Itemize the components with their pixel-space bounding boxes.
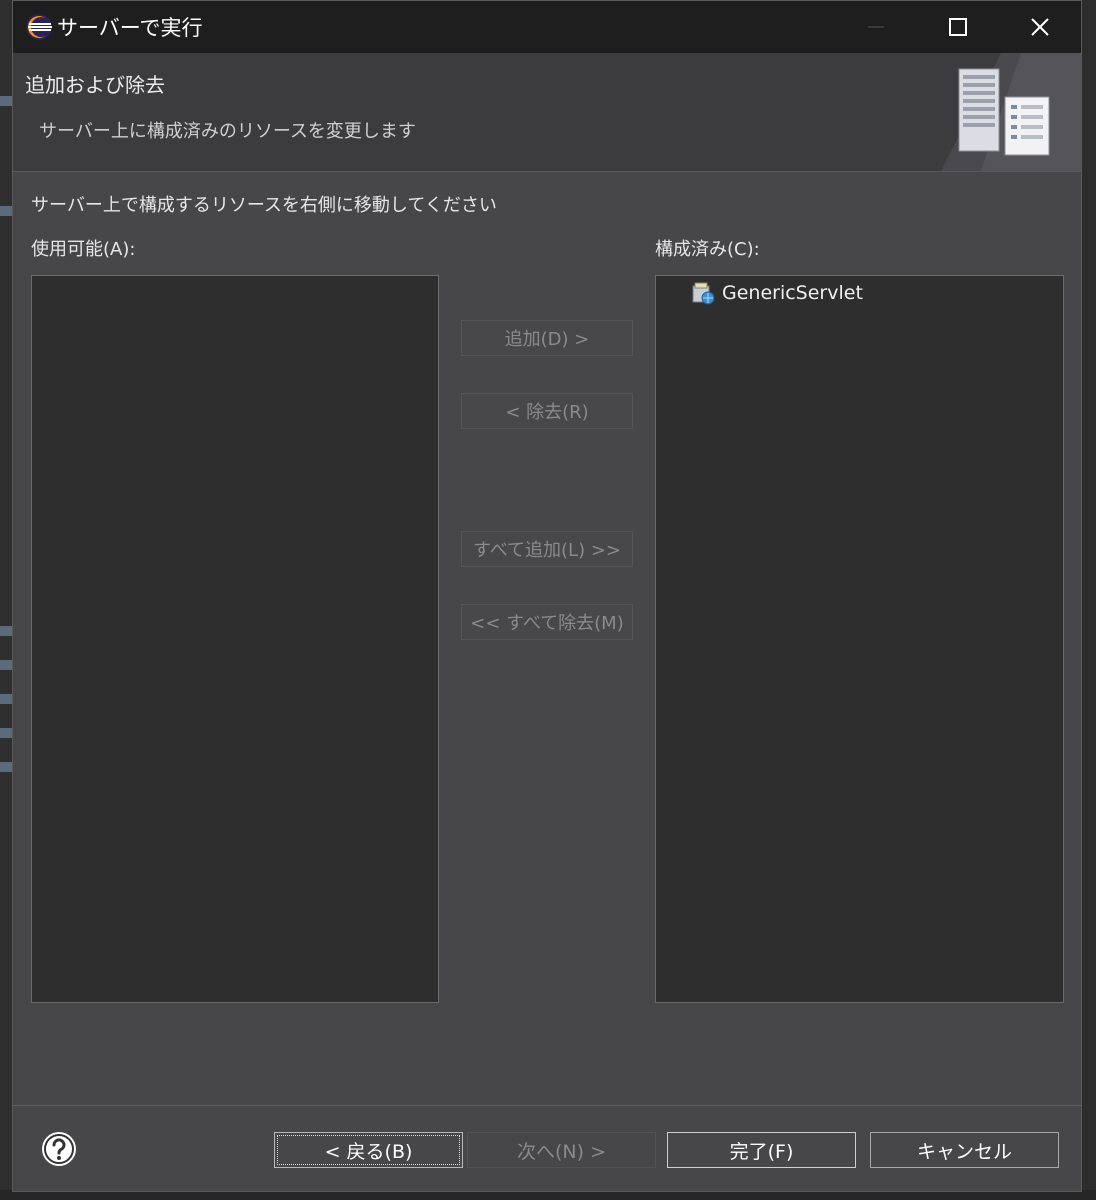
web-project-icon xyxy=(692,282,715,305)
page-title: 追加および除去 xyxy=(25,73,165,97)
configured-resources-list[interactable]: GenericServlet xyxy=(655,275,1064,1003)
close-button[interactable] xyxy=(1005,1,1075,53)
list-item-label: GenericServlet xyxy=(722,282,863,304)
cancel-button[interactable]: キャンセル xyxy=(870,1132,1059,1168)
help-icon[interactable] xyxy=(41,1131,77,1167)
minimize-icon xyxy=(868,26,884,28)
maximize-button[interactable] xyxy=(923,1,993,53)
background-icon xyxy=(0,728,12,738)
title-bar: サーバーで実行 xyxy=(13,1,1081,53)
background-icon xyxy=(0,626,12,636)
background-icon xyxy=(0,660,12,670)
finish-button[interactable]: 完了(F) xyxy=(667,1132,856,1168)
minimize-button[interactable] xyxy=(841,1,911,53)
background-ide-left xyxy=(0,0,12,1200)
next-button[interactable]: 次へ(N) > xyxy=(467,1132,656,1168)
close-icon xyxy=(1031,18,1049,36)
available-resources-list[interactable] xyxy=(31,275,439,1003)
add-all-button[interactable]: すべて追加(L) >> xyxy=(461,531,633,567)
configured-label: 構成済み(C): xyxy=(655,239,760,260)
wizard-header: 追加および除去 サーバー上に構成済みのリソースを変更します xyxy=(13,53,1081,172)
eclipse-icon xyxy=(26,14,52,40)
run-on-server-dialog: サーバーで実行 追加および除去 サーバー上に構成済みのリソースを変更します サー… xyxy=(12,0,1082,1192)
background-icon xyxy=(0,694,12,704)
page-description: サーバー上に構成済みのリソースを変更します xyxy=(39,121,416,142)
maximize-icon xyxy=(949,18,967,36)
background-icon xyxy=(0,96,12,106)
available-label: 使用可能(A): xyxy=(31,239,136,260)
footer-divider xyxy=(13,1105,1081,1106)
back-button[interactable]: < 戻る(B) xyxy=(274,1132,463,1168)
server-banner-icon xyxy=(941,53,1081,171)
remove-button[interactable]: < 除去(R) xyxy=(461,393,633,429)
instruction-text: サーバー上で構成するリソースを右側に移動してください xyxy=(31,195,497,216)
window-title: サーバーで実行 xyxy=(57,16,203,40)
background-icon xyxy=(0,206,12,216)
background-icon xyxy=(0,762,12,772)
background-ide-right xyxy=(1082,0,1096,1200)
add-button[interactable]: 追加(D) > xyxy=(461,320,633,356)
remove-all-button[interactable]: << すべて除去(M) xyxy=(461,604,633,640)
list-item[interactable]: GenericServlet xyxy=(690,280,863,306)
